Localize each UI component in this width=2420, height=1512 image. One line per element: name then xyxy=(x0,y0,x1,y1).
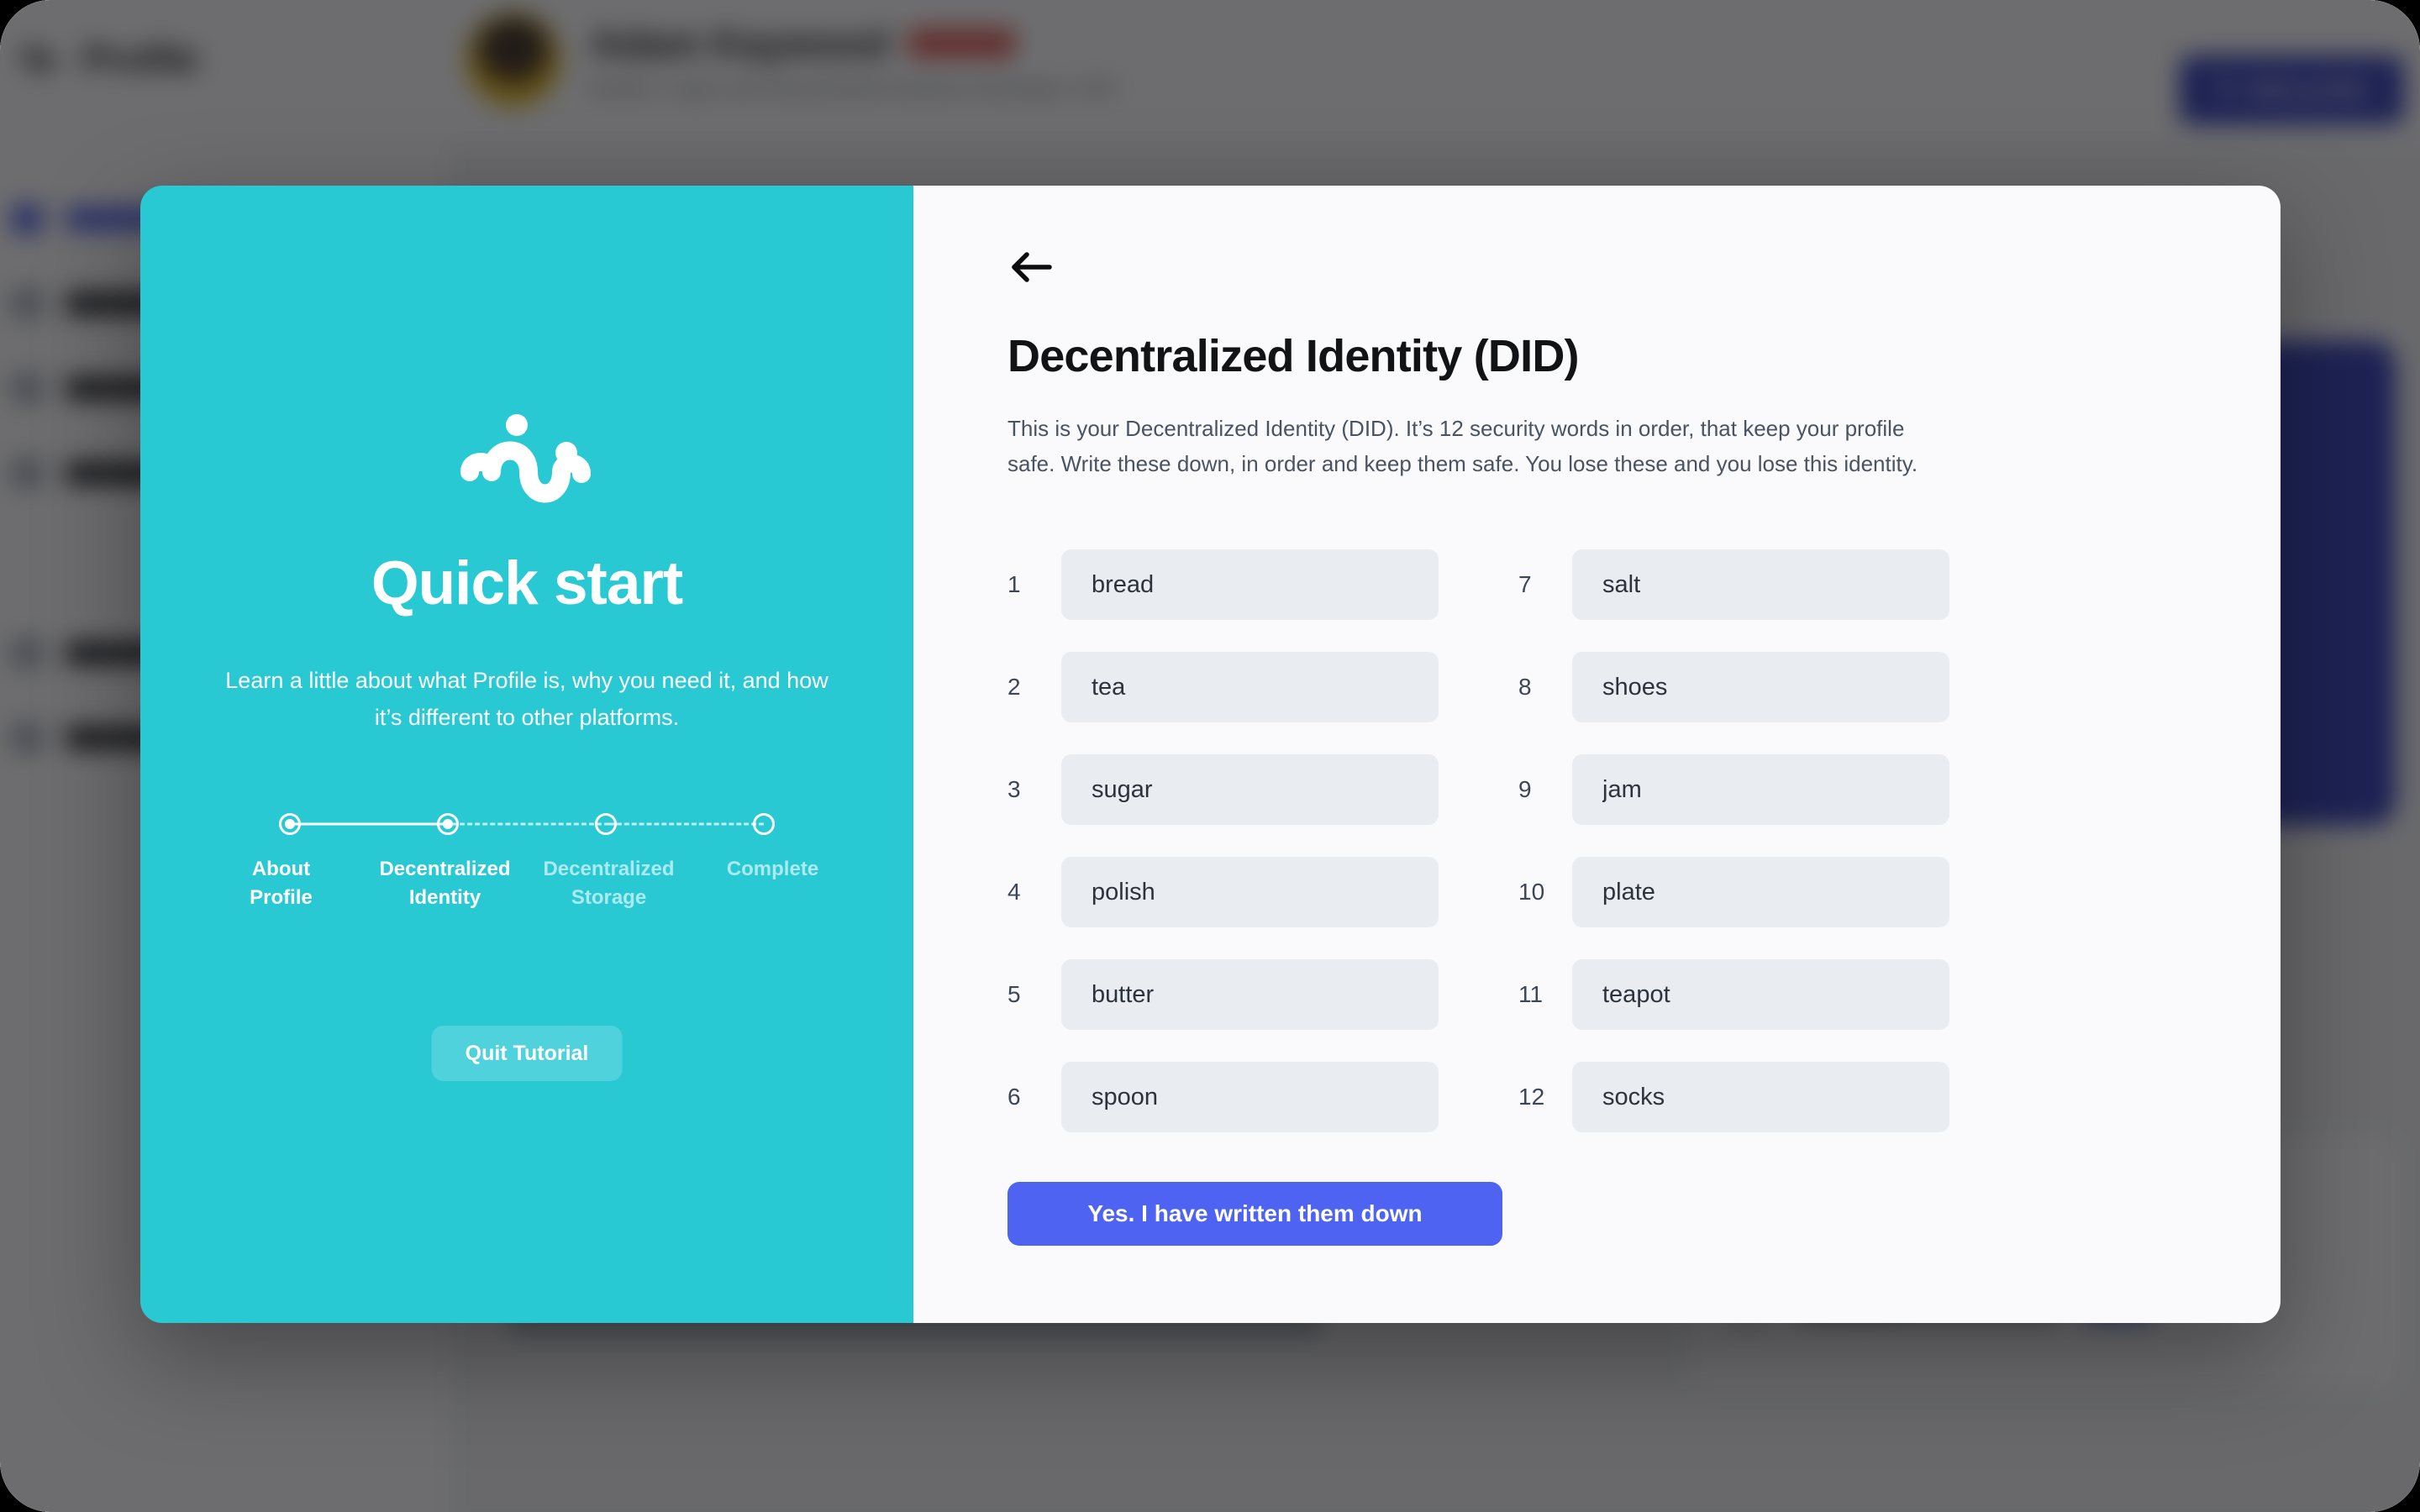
page-title: Quick start xyxy=(371,549,683,617)
recovery-word-input-12[interactable] xyxy=(1572,1062,1949,1133)
word-index: 3 xyxy=(1007,776,1021,803)
recovery-word-input-3[interactable] xyxy=(1061,754,1439,826)
recovery-word-row: 9 xyxy=(1518,738,1949,841)
step-label-complete: Complete xyxy=(726,858,819,880)
recovery-word-row: 12 xyxy=(1518,1046,1949,1148)
did-description: This is your Decentralized Identity (DID… xyxy=(1007,416,1918,477)
step-connector-solid xyxy=(290,822,445,826)
word-index: 7 xyxy=(1518,571,1532,598)
back-button[interactable] xyxy=(1007,248,1055,286)
word-index: 4 xyxy=(1007,879,1021,906)
step-dot-decentralized-storage[interactable] xyxy=(595,813,617,835)
word-index: 1 xyxy=(1007,571,1021,598)
recovery-word-input-7[interactable] xyxy=(1572,549,1949,621)
modal-right-pane: Decentralized Identity (DID) This is you… xyxy=(913,186,2281,1323)
modal-left-pane: Quick start Learn a little about what Pr… xyxy=(140,186,913,1323)
step-connector-dashed xyxy=(609,822,764,826)
recovery-word-row: 5 xyxy=(1007,943,1439,1046)
recovery-word-input-9[interactable] xyxy=(1572,754,1949,826)
step-connector-dashed xyxy=(444,822,610,826)
recovery-word-input-11[interactable] xyxy=(1572,959,1949,1031)
recovery-word-row: 8 xyxy=(1518,636,1949,738)
recovery-word-input-2[interactable] xyxy=(1061,652,1439,723)
recovery-word-input-8[interactable] xyxy=(1572,652,1949,723)
step-dot-decentralized-identity[interactable] xyxy=(437,813,459,835)
step-dot-complete[interactable] xyxy=(753,813,775,835)
recovery-word-row: 10 xyxy=(1518,841,1949,943)
quit-tutorial-button[interactable]: Quit Tutorial xyxy=(431,1026,623,1081)
recovery-word-row: 2 xyxy=(1007,636,1439,738)
recovery-word-input-5[interactable] xyxy=(1061,959,1439,1031)
word-index: 11 xyxy=(1518,981,1544,1008)
recovery-words-grid: 1 7 2 8 3 9 xyxy=(1007,533,1949,1148)
stepper-labels: About Profile Decentralized Identity Decen… xyxy=(199,855,855,912)
word-index: 2 xyxy=(1007,674,1021,701)
progress-stepper: About Profile Decentralized Identity Decen… xyxy=(199,811,855,912)
recovery-word-row: 4 xyxy=(1007,841,1439,943)
recovery-word-input-1[interactable] xyxy=(1061,549,1439,621)
word-index: 10 xyxy=(1518,879,1545,906)
quick-start-subtitle: Learn a little about what Profile is, wh… xyxy=(225,668,829,730)
word-index: 9 xyxy=(1518,776,1532,803)
recovery-word-row: 7 xyxy=(1518,533,1949,636)
arrow-left-icon xyxy=(1012,252,1052,282)
squiggle-people-icon xyxy=(460,414,591,503)
recovery-word-row: 3 xyxy=(1007,738,1439,841)
step-label-decentralized-storage: Decentralized Storage xyxy=(543,858,675,910)
confirm-written-down-button[interactable]: Yes. I have written them down xyxy=(1007,1182,1502,1247)
word-index: 5 xyxy=(1007,981,1021,1008)
word-index: 8 xyxy=(1518,674,1532,701)
did-title: Decentralized Identity (DID) xyxy=(1007,331,1580,381)
word-index: 6 xyxy=(1007,1084,1021,1110)
step-dot-about-profile[interactable] xyxy=(279,813,301,835)
step-label-decentralized-identity: Decentralized Identity xyxy=(379,858,511,910)
step-label-about-profile: About Profile xyxy=(250,858,313,910)
quick-start-modal: Quick start Learn a little about what Pr… xyxy=(140,186,2281,1323)
word-index: 12 xyxy=(1518,1084,1545,1110)
recovery-word-input-10[interactable] xyxy=(1572,857,1949,928)
stepper-track xyxy=(279,811,775,837)
recovery-word-row: 11 xyxy=(1518,943,1949,1046)
recovery-word-input-4[interactable] xyxy=(1061,857,1439,928)
recovery-word-row: 1 xyxy=(1007,533,1439,636)
recovery-word-row: 6 xyxy=(1007,1046,1439,1148)
recovery-word-input-6[interactable] xyxy=(1061,1062,1439,1133)
